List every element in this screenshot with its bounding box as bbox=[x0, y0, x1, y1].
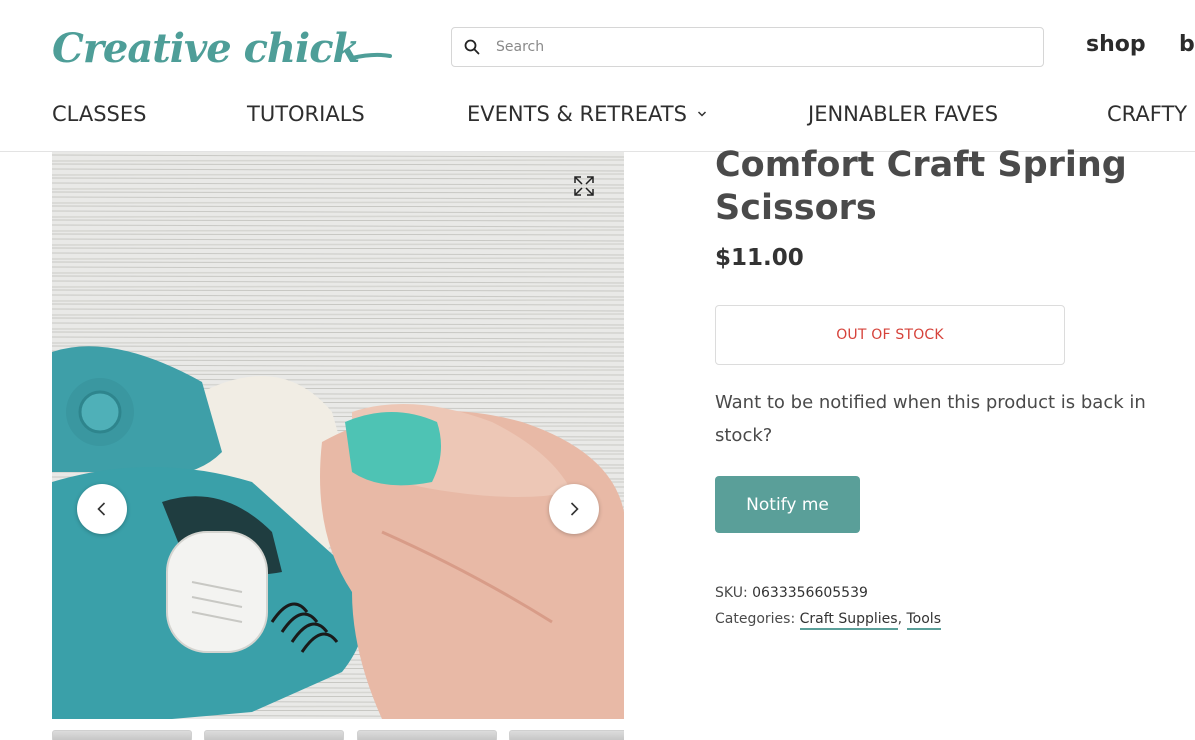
nav-item-jennabler-faves[interactable]: JENNABLER FAVES bbox=[808, 102, 998, 126]
nav-label: TUTORIALS bbox=[247, 102, 365, 126]
nav-label: JENNABLER FAVES bbox=[808, 102, 999, 126]
shop-link[interactable]: shop bbox=[1086, 32, 1146, 57]
thumbnail-strip bbox=[52, 730, 624, 740]
search-bar[interactable] bbox=[451, 27, 1044, 67]
product-categories: Categories: Craft Supplies, Tools bbox=[715, 611, 941, 630]
thumbnail[interactable] bbox=[52, 730, 192, 740]
nav-item-events-retreats[interactable]: EVENTS & RETREATS bbox=[467, 102, 707, 126]
category-link-craft-supplies[interactable]: Craft Supplies bbox=[799, 611, 898, 630]
stock-status-box: OUT OF STOCK bbox=[715, 305, 1065, 365]
notify-me-button[interactable]: Notify me bbox=[715, 476, 860, 533]
stock-status-label: OUT OF STOCK bbox=[836, 327, 944, 343]
site-logo[interactable]: Creative chick bbox=[52, 20, 392, 74]
chevron-left-icon bbox=[97, 502, 106, 516]
chevron-right-icon bbox=[570, 502, 579, 516]
blog-link[interactable]: b bbox=[1179, 32, 1195, 57]
product-image[interactable] bbox=[52, 152, 624, 719]
categories-label: Categories: bbox=[715, 611, 796, 627]
notify-prompt: Want to be notified when this product is… bbox=[715, 392, 1146, 446]
search-input[interactable] bbox=[496, 39, 1016, 55]
expand-arrows-icon[interactable] bbox=[572, 174, 596, 198]
thumbnail[interactable] bbox=[509, 730, 624, 740]
nav-item-tutorials[interactable]: TUTORIALS bbox=[247, 102, 365, 126]
nav-label: EVENTS & RETREATS bbox=[467, 102, 687, 126]
product-price: $11.00 bbox=[715, 245, 804, 271]
gallery-prev-button[interactable] bbox=[77, 484, 127, 534]
chevron-down-icon bbox=[697, 111, 706, 117]
sku-value: 0633356605539 bbox=[752, 585, 868, 601]
nav-item-crafty[interactable]: CRAFTY bbox=[1107, 102, 1187, 126]
thumbnail[interactable] bbox=[204, 730, 344, 740]
sku-label: SKU: bbox=[715, 585, 748, 601]
search-icon bbox=[464, 39, 480, 55]
nav-item-classes[interactable]: CLASSES bbox=[52, 102, 146, 126]
category-link-tools[interactable]: Tools bbox=[906, 611, 941, 630]
nav-label: CRAFTY bbox=[1107, 102, 1188, 126]
nav-label: CLASSES bbox=[52, 102, 147, 126]
gallery-next-button[interactable] bbox=[549, 484, 599, 534]
thumbnail[interactable] bbox=[357, 730, 497, 740]
svg-text:Creative chick: Creative chick bbox=[52, 25, 359, 72]
product-title: Comfort Craft Spring Scissors bbox=[715, 145, 1127, 228]
product-sku: SKU: 0633356605539 bbox=[715, 585, 868, 601]
